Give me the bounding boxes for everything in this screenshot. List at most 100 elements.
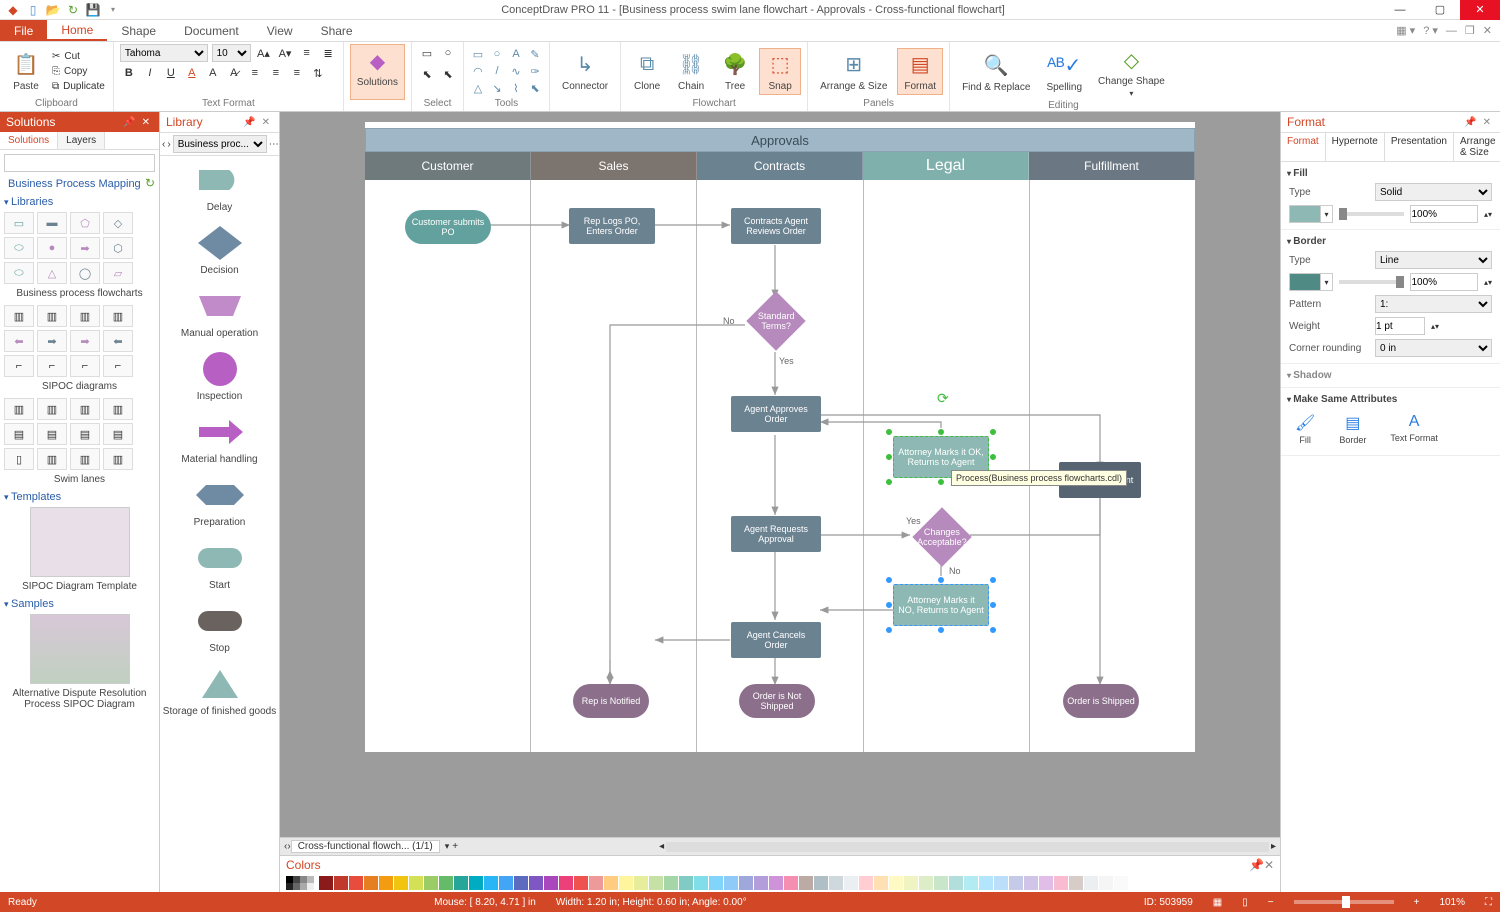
solutions-search[interactable]: [4, 154, 155, 172]
fill-opacity-input[interactable]: [1410, 205, 1477, 223]
border-opacity-slider[interactable]: [1339, 280, 1404, 284]
zoom-out-icon[interactable]: −: [1268, 897, 1274, 908]
status-layout-icon[interactable]: ▦: [1213, 897, 1222, 908]
node-rep-notified[interactable]: Rep is Notified: [573, 684, 649, 718]
shrink-font-icon[interactable]: A▾: [276, 44, 294, 62]
tab-shape[interactable]: Shape: [107, 20, 170, 41]
child-min-icon[interactable]: —: [1446, 25, 1457, 37]
underline-icon[interactable]: U: [162, 64, 180, 82]
italic-icon[interactable]: I: [141, 64, 159, 82]
sheet-add-icon[interactable]: +: [452, 841, 458, 852]
fill-type-select[interactable]: Solid: [1375, 183, 1492, 201]
minimize-button[interactable]: —: [1380, 0, 1420, 20]
lib-item-delay[interactable]: Delay: [160, 156, 279, 219]
format-panel-button[interactable]: ▤Format: [897, 48, 943, 95]
same-border-button[interactable]: ▤Border: [1339, 413, 1366, 445]
solutions-button[interactable]: ◆Solutions: [350, 44, 405, 100]
lib-menu-icon[interactable]: ⋯: [269, 139, 279, 150]
color-swatches[interactable]: [280, 874, 1280, 892]
cut-button[interactable]: ✂ Cut: [50, 50, 107, 63]
border-color-chip[interactable]: ▾: [1289, 273, 1333, 291]
node-not-shipped[interactable]: Order is Not Shipped: [739, 684, 815, 718]
node-agent-approves[interactable]: Agent Approves Order: [731, 396, 821, 432]
fill-opacity-slider[interactable]: [1339, 212, 1404, 216]
samples-section[interactable]: Samples: [4, 598, 155, 610]
node-agent-cancels[interactable]: Agent Cancels Order: [731, 622, 821, 658]
node-shipped[interactable]: Order is Shipped: [1063, 684, 1139, 718]
align-top-icon[interactable]: ≡: [298, 44, 316, 62]
shape-tools[interactable]: ▭○A✎ ◠/∿✑ △↘⌇⬉: [470, 47, 543, 95]
lib-thumbs-3[interactable]: ▥▥▥▥ ▤▤▤▤ ▯▥▥▥: [4, 398, 155, 470]
node-contracts-review[interactable]: Contracts Agent Reviews Order: [731, 208, 821, 244]
lasso-icon[interactable]: ○: [439, 44, 457, 62]
border-weight-input[interactable]: [1375, 317, 1425, 335]
lib-next-icon[interactable]: ›: [167, 139, 170, 150]
child-restore-icon[interactable]: ❐: [1465, 24, 1475, 37]
same-text-button[interactable]: AText Format: [1390, 413, 1438, 445]
help-icon[interactable]: ? ▾: [1423, 24, 1438, 37]
zoom-fit-icon[interactable]: ⛶: [1485, 897, 1492, 908]
align-right-icon[interactable]: ≡: [288, 64, 306, 82]
grow-font-icon[interactable]: A▴: [255, 44, 273, 62]
templates-section[interactable]: Templates: [4, 491, 155, 503]
colors-close-icon[interactable]: ✕: [1264, 858, 1274, 872]
refresh-solutions-icon[interactable]: ↻: [145, 176, 155, 190]
layers-tab[interactable]: Layers: [58, 132, 105, 149]
fill-color-chip[interactable]: ▾: [1289, 205, 1333, 223]
open-icon[interactable]: 📂: [46, 3, 60, 17]
close-panel-icon[interactable]: ✕: [139, 117, 153, 128]
node-customer-submits[interactable]: Customer submits PO: [405, 210, 491, 244]
node-attorney-no[interactable]: Attorney Marks it NO, Returns to Agent: [893, 584, 989, 626]
solution-root[interactable]: Business Process Mapping: [4, 176, 155, 192]
find-replace-button[interactable]: 🔍Find & Replace: [956, 50, 1036, 95]
dropdown-icon[interactable]: ▾: [106, 3, 120, 17]
lib-item-material[interactable]: Material handling: [160, 408, 279, 471]
zoom-value[interactable]: 101%: [1439, 897, 1465, 908]
lane-h-legal[interactable]: Legal: [863, 152, 1029, 180]
fmt-tab-hypernote[interactable]: Hypernote: [1326, 133, 1385, 161]
lane-h-fulfill[interactable]: Fulfillment: [1029, 152, 1195, 180]
line-spacing-icon[interactable]: ⇅: [309, 64, 327, 82]
lib-item-storage[interactable]: Storage of finished goods: [160, 660, 279, 723]
font-size-select[interactable]: 10: [212, 44, 251, 62]
same-fill-button[interactable]: 🖌Fill: [1295, 413, 1315, 445]
fmt-tab-presentation[interactable]: Presentation: [1385, 133, 1454, 161]
lib-item-inspection[interactable]: Inspection: [160, 345, 279, 408]
copy-button[interactable]: ⎘ Copy: [50, 65, 107, 78]
spelling-button[interactable]: ᴬᴮ✓Spelling: [1040, 50, 1088, 95]
hscroll-right-icon[interactable]: ▸: [1271, 841, 1276, 852]
font-color-icon[interactable]: A: [183, 64, 201, 82]
sample-thumb[interactable]: [30, 614, 130, 684]
lib-item-stop[interactable]: Stop: [160, 597, 279, 660]
node-agent-requests[interactable]: Agent Requests Approval: [731, 516, 821, 552]
pointer-icon[interactable]: ▭: [418, 44, 436, 62]
zoom-in-icon[interactable]: +: [1414, 897, 1420, 908]
lib-pin-icon[interactable]: 📌: [240, 117, 258, 128]
node-rep-logs[interactable]: Rep Logs PO, Enters Order: [569, 208, 655, 244]
child-close-icon[interactable]: ✕: [1483, 24, 1492, 37]
close-button[interactable]: ✕: [1460, 0, 1500, 20]
status-page-icon[interactable]: ▯: [1242, 897, 1248, 908]
bullets-icon[interactable]: ≣: [319, 44, 337, 62]
border-opacity-input[interactable]: [1410, 273, 1477, 291]
align-left-icon[interactable]: ≡: [246, 64, 264, 82]
library-set-select[interactable]: Business proc...: [173, 135, 267, 153]
highlight-icon[interactable]: A: [204, 64, 222, 82]
diagram-page[interactable]: Approvals Customer Sales Contracts Legal…: [365, 122, 1195, 752]
grid-icon[interactable]: ▦ ▾: [1396, 24, 1415, 37]
new-doc-icon[interactable]: ▯: [26, 3, 40, 17]
connector-button[interactable]: ↳Connector: [556, 49, 614, 94]
chain-button[interactable]: ⛓Chain: [671, 49, 711, 94]
lane-h-customer[interactable]: Customer: [365, 152, 531, 180]
corner-rounding-select[interactable]: 0 in: [1375, 339, 1492, 357]
snap-button[interactable]: ⬚Snap: [759, 48, 801, 95]
tab-home[interactable]: Home: [47, 20, 107, 41]
clone-button[interactable]: ⧉Clone: [627, 49, 667, 94]
pin-icon[interactable]: 📌: [120, 117, 138, 128]
bold-icon[interactable]: B: [120, 64, 138, 82]
tree-button[interactable]: 🌳Tree: [715, 49, 755, 94]
lib-item-manual[interactable]: Manual operation: [160, 282, 279, 345]
lane-h-sales[interactable]: Sales: [531, 152, 697, 180]
change-shape-button[interactable]: ◇Change Shape▾: [1092, 44, 1171, 100]
arrange-size-button[interactable]: ⊞Arrange & Size: [814, 49, 893, 94]
